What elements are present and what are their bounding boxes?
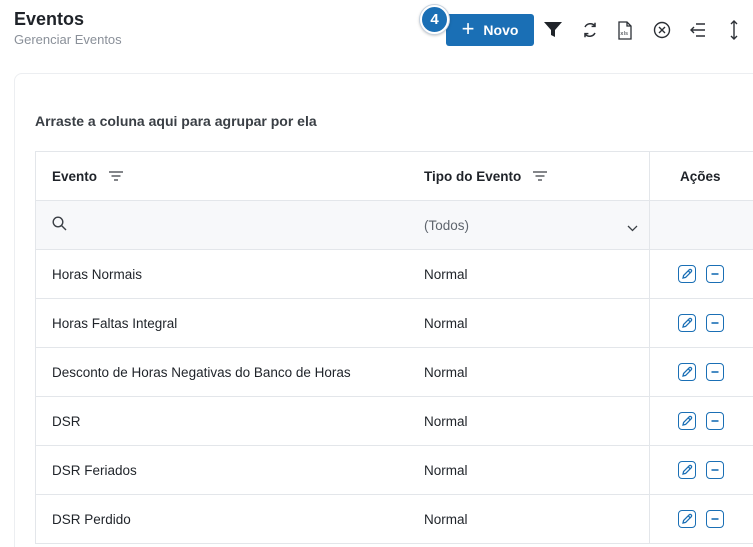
table-row[interactable]: DSR Normal	[36, 397, 753, 446]
new-button[interactable]: + Novo	[446, 13, 534, 46]
column-header-evento[interactable]: Evento	[52, 152, 402, 200]
remove-icon[interactable]	[706, 363, 724, 381]
group-panel-hint: Arraste a coluna aqui para agrupar por e…	[35, 113, 317, 129]
plus-icon: +	[461, 15, 475, 41]
toolbar: + Novo	[446, 13, 534, 46]
cell-tipo: Normal	[424, 413, 468, 429]
cell-acoes	[649, 299, 753, 347]
cell-acoes	[649, 250, 753, 298]
cell-evento: Horas Normais	[52, 266, 143, 282]
clear-icon[interactable]	[652, 20, 672, 40]
table-row[interactable]: Horas Normais Normal	[36, 250, 753, 299]
search-icon	[52, 216, 67, 234]
edit-icon[interactable]	[678, 510, 696, 528]
events-grid: Evento Tipo do Evento Ações (Todos) Hora…	[35, 151, 753, 544]
acoes-filter-empty	[649, 201, 753, 249]
remove-icon[interactable]	[706, 412, 724, 430]
edit-icon[interactable]	[678, 265, 696, 283]
edit-icon[interactable]	[678, 412, 696, 430]
remove-icon[interactable]	[706, 510, 724, 528]
column-header-tipo[interactable]: Tipo do Evento	[424, 152, 644, 200]
cell-evento: DSR Feriados	[52, 462, 137, 478]
cell-acoes	[649, 495, 753, 543]
tipo-filter-select[interactable]: (Todos)	[424, 201, 644, 249]
cell-evento: DSR Perdido	[52, 511, 131, 527]
svg-text:xls: xls	[620, 31, 628, 37]
grid-header-row: Evento Tipo do Evento Ações	[36, 152, 753, 201]
refresh-icon[interactable]	[580, 20, 600, 40]
edit-icon[interactable]	[678, 314, 696, 332]
cell-tipo: Normal	[424, 266, 468, 282]
cell-tipo: Normal	[424, 364, 468, 380]
table-row[interactable]: DSR Perdido Normal	[36, 495, 753, 544]
tipo-filter-value: (Todos)	[424, 217, 470, 233]
cell-tipo: Normal	[424, 462, 468, 478]
remove-icon[interactable]	[706, 265, 724, 283]
column-header-evento-label: Evento	[52, 168, 98, 184]
cell-acoes	[649, 348, 753, 396]
table-row[interactable]: Desconto de Horas Negativas do Banco de …	[36, 348, 753, 397]
cell-tipo: Normal	[424, 315, 468, 331]
filter-icon[interactable]	[543, 20, 563, 40]
grid-filter-row: (Todos)	[36, 201, 753, 250]
page-title: Eventos	[14, 9, 85, 29]
cell-evento: Desconto de Horas Negativas do Banco de …	[52, 364, 351, 380]
collapse-icon[interactable]	[688, 20, 708, 40]
cell-tipo: Normal	[424, 511, 468, 527]
cell-evento: DSR	[52, 413, 81, 429]
filter-lines-icon[interactable]	[109, 170, 124, 182]
new-button-label: Novo	[483, 21, 519, 38]
evento-search-input[interactable]	[52, 201, 402, 249]
table-row[interactable]: DSR Feriados Normal	[36, 446, 753, 495]
remove-icon[interactable]	[706, 314, 724, 332]
step-badge: 4	[420, 5, 449, 34]
table-row[interactable]: Horas Faltas Integral Normal	[36, 299, 753, 348]
export-xls-icon[interactable]: xls	[615, 20, 635, 40]
chevron-down-icon[interactable]	[627, 219, 638, 237]
edit-icon[interactable]	[678, 461, 696, 479]
filter-lines-icon[interactable]	[533, 170, 548, 182]
cell-acoes	[649, 446, 753, 494]
column-header-acoes: Ações	[649, 152, 753, 200]
expand-vertical-icon[interactable]	[724, 20, 744, 40]
cell-acoes	[649, 397, 753, 445]
column-header-tipo-label: Tipo do Evento	[424, 168, 522, 184]
page-subtitle: Gerenciar Eventos	[14, 32, 122, 47]
cell-evento: Horas Faltas Integral	[52, 315, 178, 331]
edit-icon[interactable]	[678, 363, 696, 381]
remove-icon[interactable]	[706, 461, 724, 479]
grid-rows: Horas Normais Normal Horas Faltas Integr…	[36, 250, 753, 544]
